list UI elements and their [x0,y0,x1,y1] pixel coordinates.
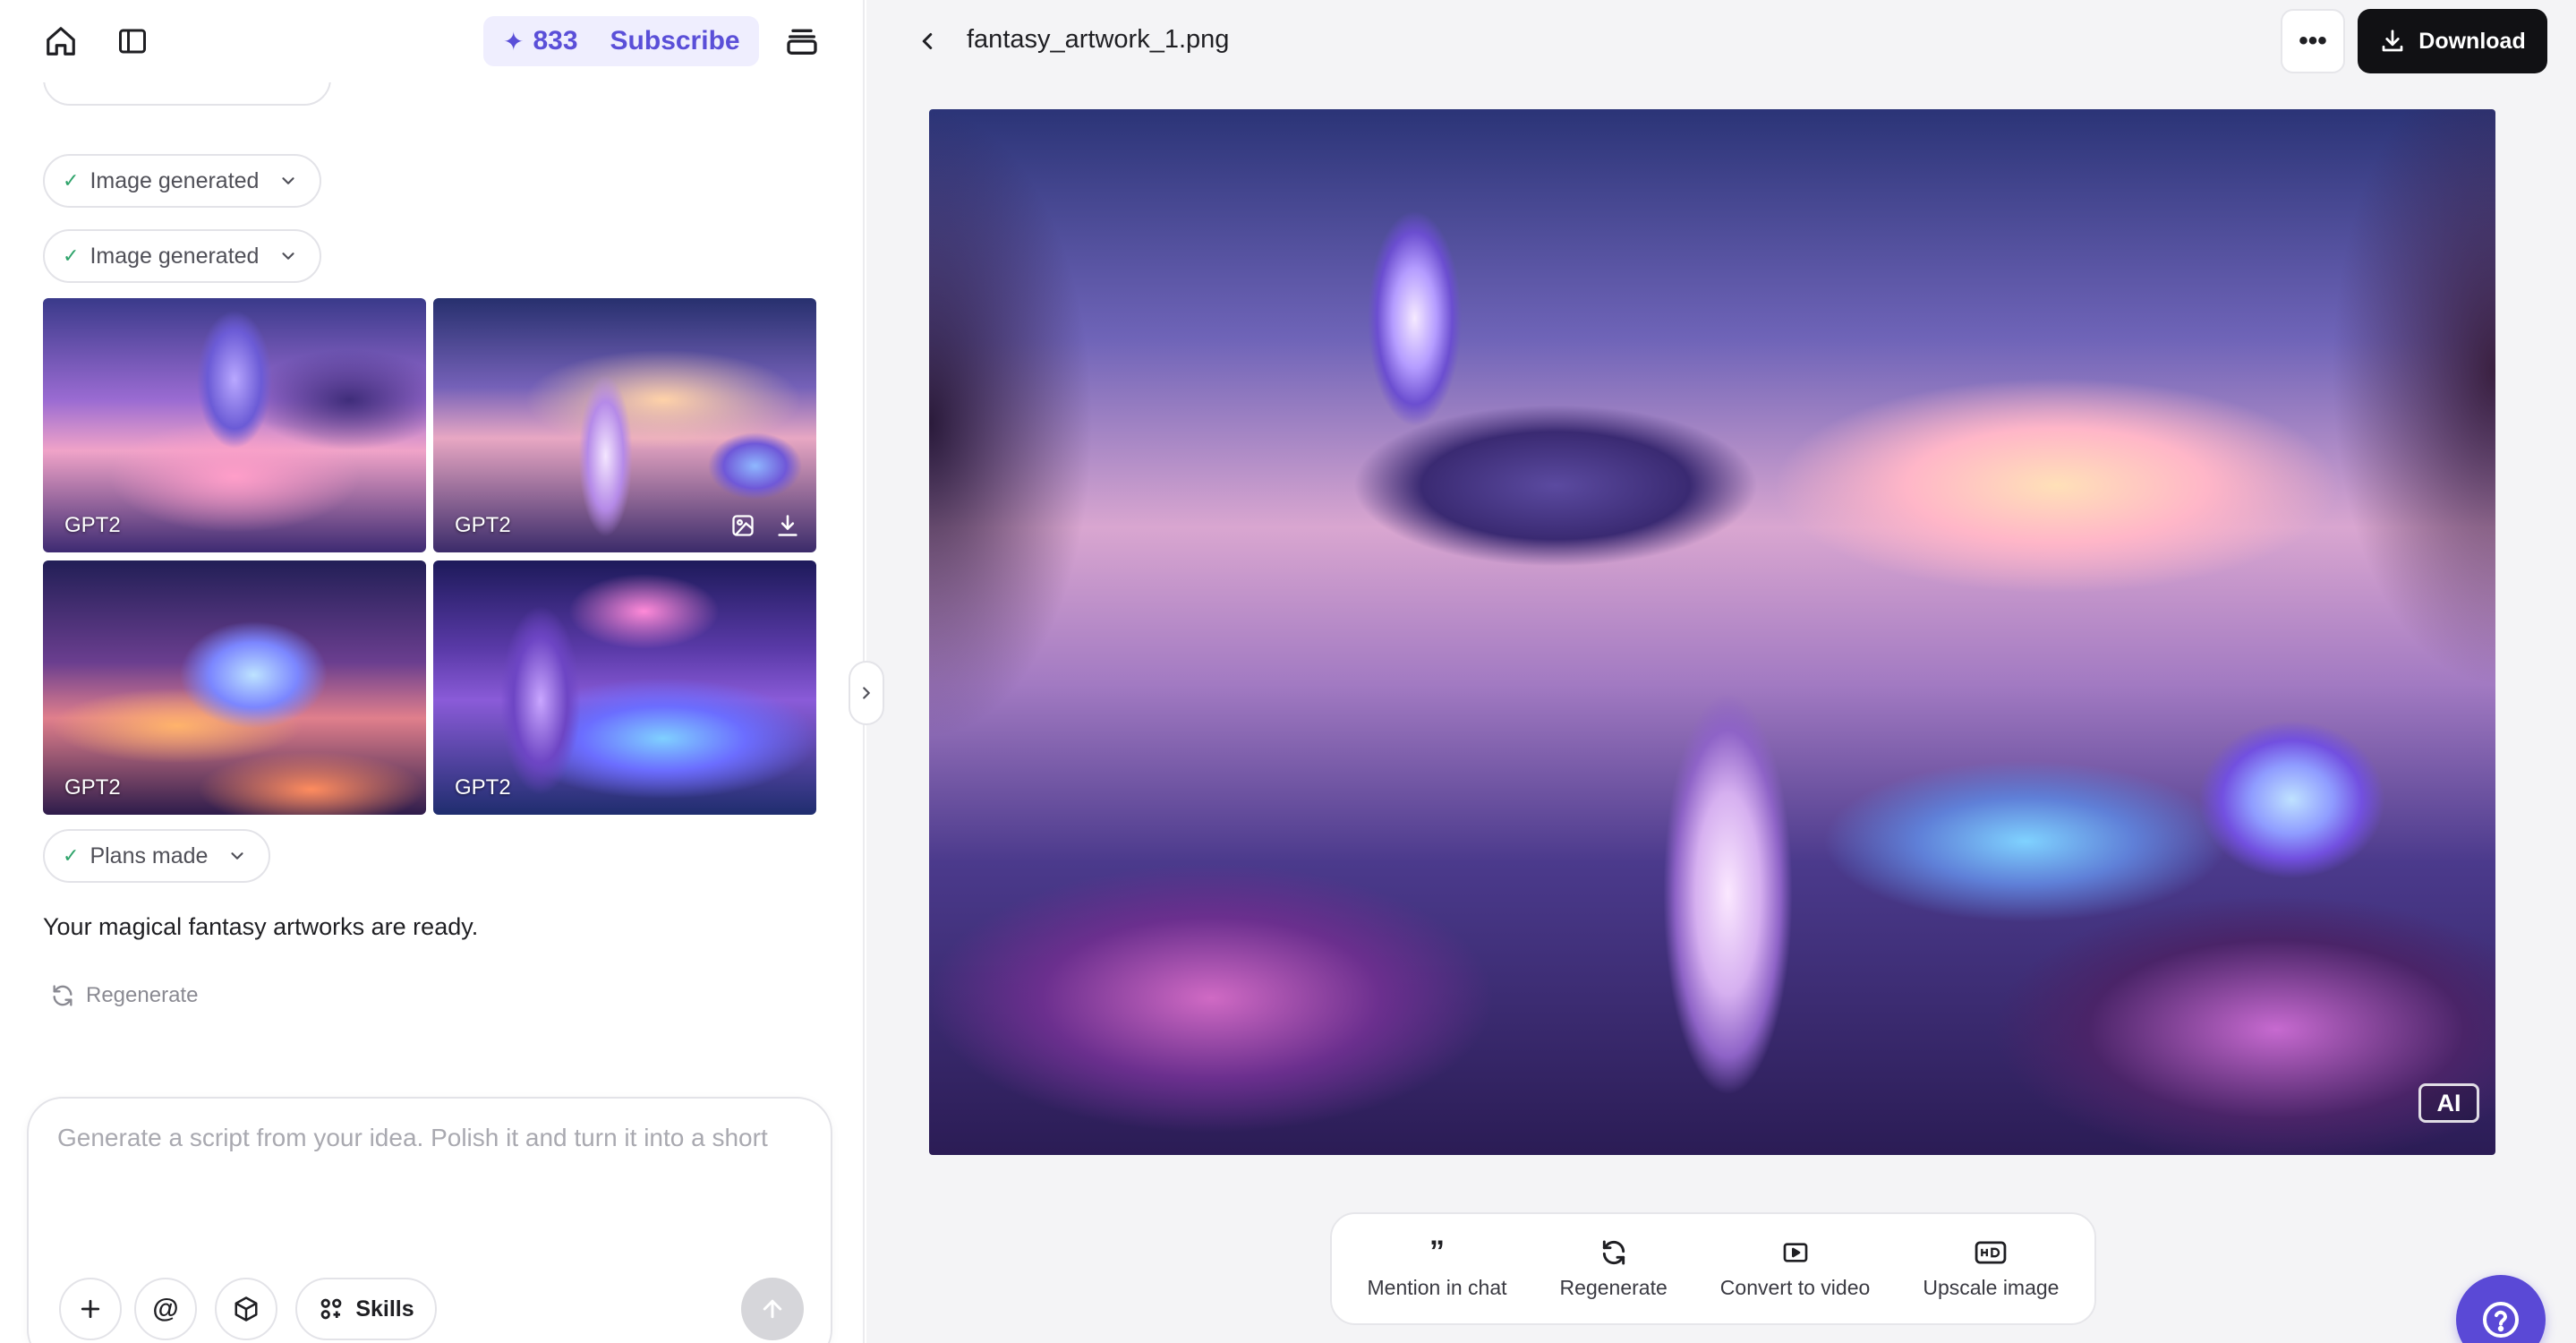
image-edit-icon[interactable] [730,513,755,538]
home-button[interactable] [32,13,90,70]
image-action-bar: ” Mention in chat Regenerate Convert to … [1330,1212,2096,1325]
arrow-up-icon [763,1299,782,1319]
action-label: Convert to video [1719,1275,1871,1299]
regenerate-button[interactable]: Regenerate [50,983,198,1008]
assistant-reply: Your magical fantasy artworks are ready. [43,913,479,940]
status-chip-label: Plans made [90,843,209,868]
status-chip-image-generated[interactable]: ✓ Image generated [43,154,322,208]
at-sign-icon: @ [152,1294,179,1323]
toggle-sidebar-button[interactable] [104,13,161,70]
refresh-icon [1602,1240,1625,1264]
generated-image-thumbnail[interactable]: GPT2 [433,560,816,815]
generated-image-thumbnail[interactable]: GPT2 [433,298,816,552]
subscribe-link[interactable]: Subscribe [610,26,740,56]
download-icon [2382,30,2403,52]
stack-icon [787,29,817,56]
skills-label: Skills [355,1296,414,1322]
model-select-button[interactable] [215,1278,277,1340]
sparkle-icon: ✦ [503,27,525,56]
download-button[interactable]: Download [2358,9,2547,73]
sidebar-icon [119,29,146,54]
check-icon: ✓ [63,244,80,267]
help-button[interactable] [2456,1275,2546,1343]
model-label: GPT2 [64,775,121,800]
collapse-panel-handle[interactable] [849,661,884,725]
chat-messages[interactable]: ✓ Image generated ✓ Image generated GPT2… [0,82,863,1085]
download-label: Download [2418,28,2526,54]
back-button[interactable] [904,18,951,64]
thumbnail-tools [730,513,800,538]
status-chip-image-generated[interactable]: ✓ Image generated [43,229,322,283]
hd-icon [1975,1241,2007,1263]
credits-subscribe-pill[interactable]: ✦ 833 Subscribe [483,16,759,66]
action-label: Upscale image [1923,1275,2060,1299]
chevron-down-icon [282,252,295,260]
status-chip-label: Image generated [90,167,260,193]
action-label: Mention in chat [1367,1275,1507,1299]
prompt-composer: @ Skills [27,1097,832,1343]
chat-topbar: ✦ 833 Subscribe [0,0,863,82]
more-options-button[interactable]: ••• [2281,9,2345,73]
credit-count: 833 [533,26,578,56]
ellipsis-icon: ••• [2299,26,2327,56]
quote-icon: ” [1429,1235,1445,1269]
image-viewer: fantasy_artwork_1.png ••• Download AI ” … [866,0,2576,1343]
home-icon [47,27,75,56]
chevron-left-icon [922,33,933,49]
status-chip-plans-made[interactable]: ✓ Plans made [43,829,271,883]
model-label: GPT2 [64,513,121,537]
send-button[interactable] [741,1278,804,1340]
prompt-input[interactable] [57,1124,809,1231]
check-icon: ✓ [63,169,80,192]
video-icon [1783,1242,1807,1262]
mention-button[interactable]: @ [134,1278,197,1340]
chevron-down-icon [231,852,244,860]
main-image-preview[interactable]: AI [929,109,2495,1155]
upscale-image-button[interactable]: Upscale image [1910,1229,2071,1309]
model-label: GPT2 [455,513,511,537]
mention-in-chat-button[interactable]: ” Mention in chat [1355,1229,1520,1309]
file-name: fantasy_artwork_1.png [967,25,1230,54]
convert-to-video-button[interactable]: Convert to video [1708,1229,1882,1309]
status-chip-label: Image generated [90,243,260,269]
add-attachment-button[interactable] [59,1278,122,1340]
ai-badge: AI [2418,1083,2479,1123]
help-icon [2483,1302,2519,1338]
status-chip-hidden[interactable] [43,82,331,106]
skills-button[interactable]: Skills [295,1278,437,1340]
regenerate-image-button[interactable]: Regenerate [1548,1229,1680,1309]
download-icon[interactable] [775,513,800,538]
cube-icon [235,1296,258,1322]
refresh-icon [53,985,73,1006]
action-label: Regenerate [1559,1275,1668,1299]
chat-panel: ✦ 833 Subscribe ✓ Image generated ✓ Imag… [0,0,865,1343]
generated-image-thumbnail[interactable]: GPT2 [43,298,426,552]
skills-grid-icon [320,1298,342,1320]
chevron-down-icon [282,177,295,184]
history-button[interactable] [773,13,831,70]
chevron-right-icon [863,687,870,699]
model-label: GPT2 [455,775,511,800]
generated-image-thumbnail[interactable]: GPT2 [43,560,426,815]
check-icon: ✓ [63,844,80,867]
regenerate-label: Regenerate [86,983,199,1007]
plus-icon [81,1299,100,1319]
